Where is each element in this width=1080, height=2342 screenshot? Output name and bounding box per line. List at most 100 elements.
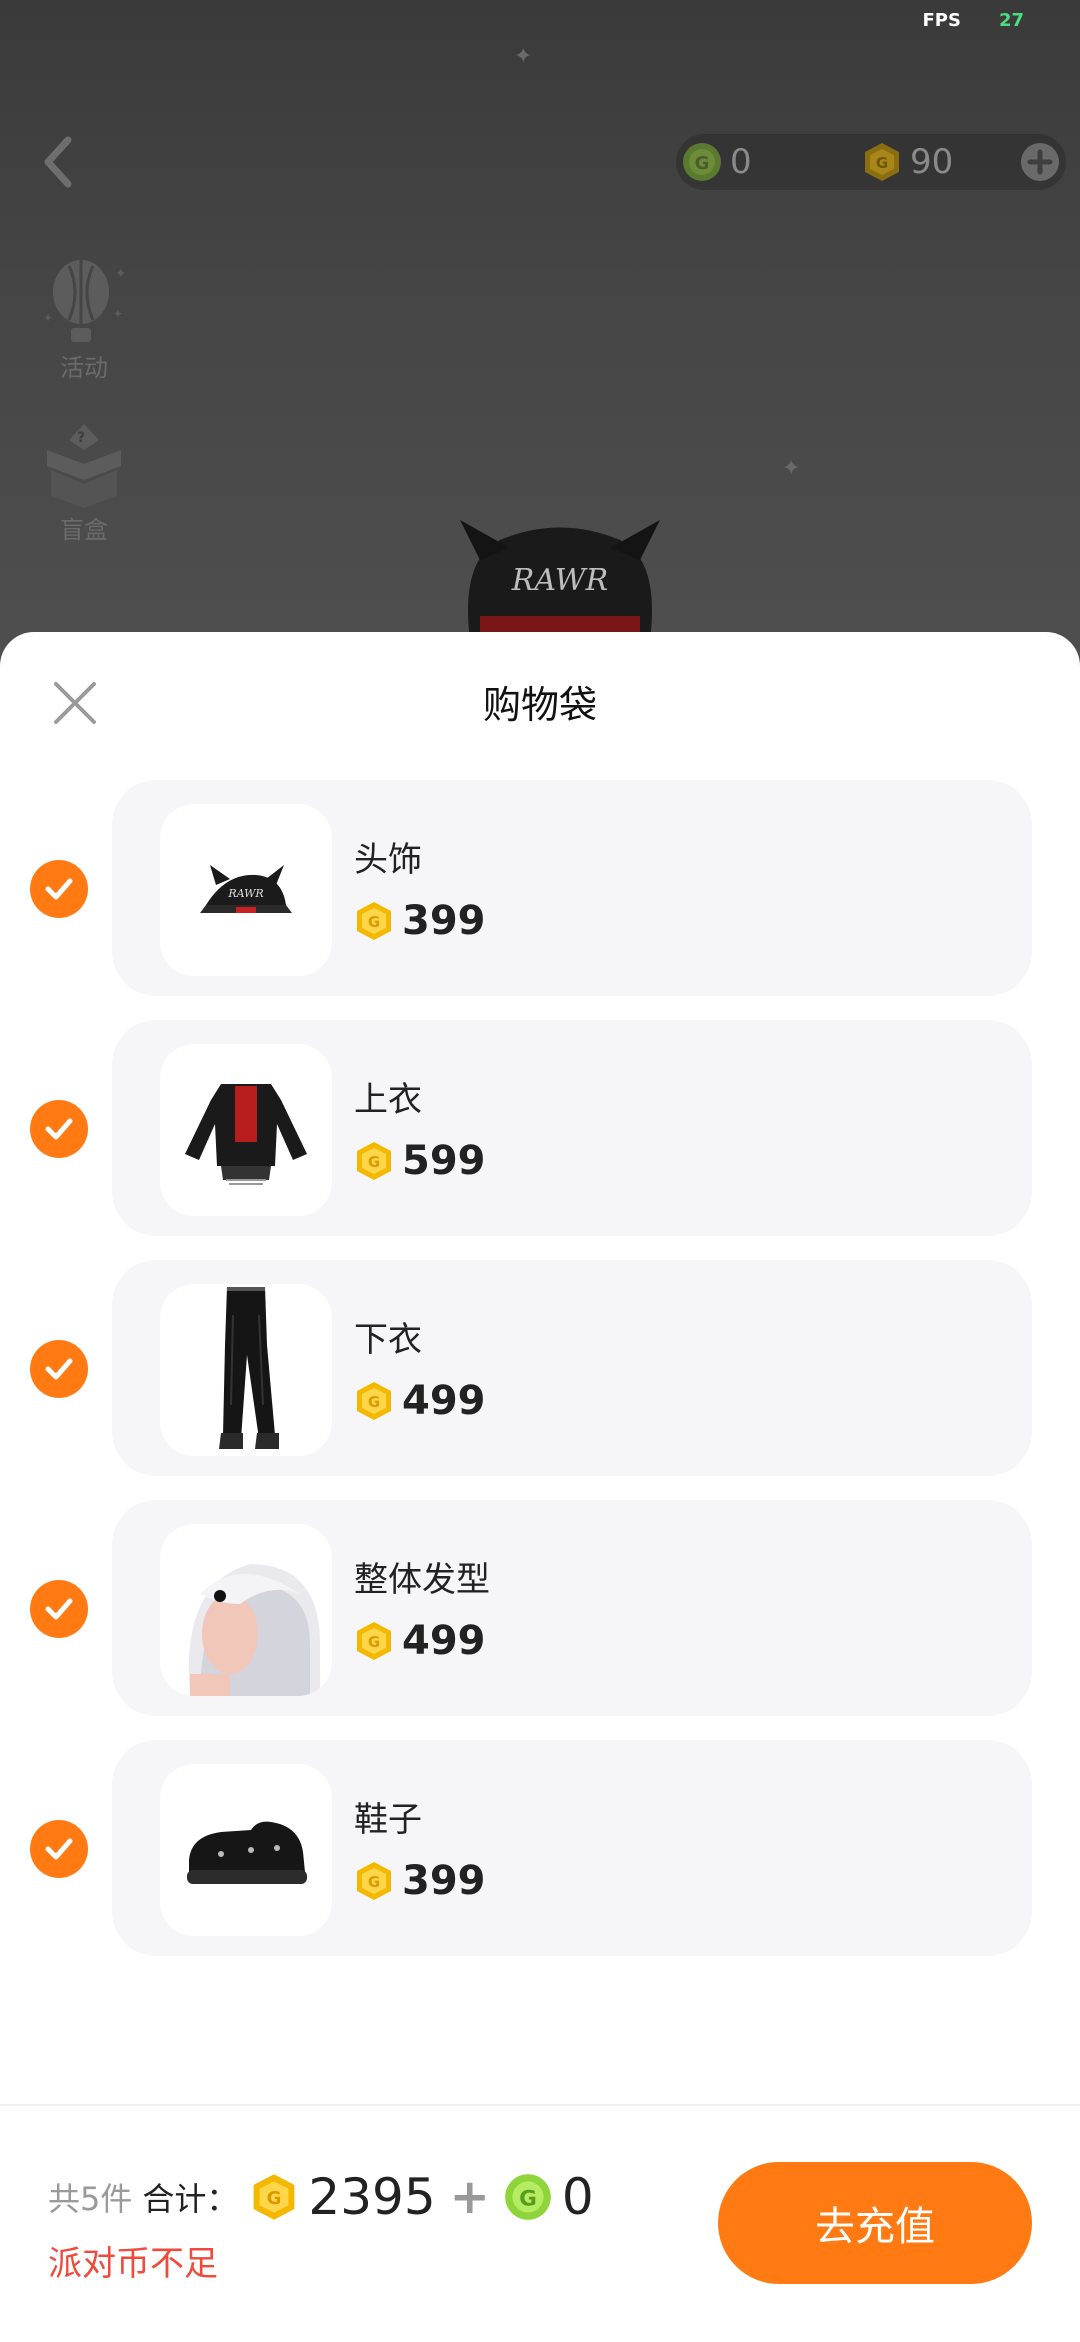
g-coin-balance: G 0: [682, 142, 752, 182]
checkmark-icon: [45, 1838, 73, 1860]
item-card[interactable]: 整体发型 G 499: [112, 1500, 1032, 1716]
price-value: 499: [402, 1378, 486, 1424]
insufficient-balance-warning: 派对币不足: [48, 2244, 218, 2284]
item-card[interactable]: RAWR 头饰 G 399: [112, 780, 1032, 996]
recharge-button[interactable]: 去充值: [718, 2162, 1032, 2284]
svg-text:G: G: [368, 1633, 380, 1651]
activity-label: 活动: [60, 354, 108, 382]
item-thumbnail: [160, 1284, 332, 1456]
party-coin-balance: G 90: [862, 142, 953, 182]
side-menu-activity[interactable]: ✦ ✦ ✦ 活动: [34, 258, 134, 383]
svg-text:G: G: [519, 2186, 537, 2211]
fps-counter: FPS 27: [922, 10, 1024, 31]
svg-text:G: G: [368, 1153, 380, 1171]
item-checkbox[interactable]: [30, 1340, 88, 1398]
svg-text:G: G: [876, 154, 888, 172]
price-value: 399: [402, 1858, 486, 1904]
checkmark-icon: [45, 878, 73, 900]
checkout-footer: 共5件 合计： G 2395 + G 0 派对币不足 去充值: [0, 2104, 1080, 2342]
g-coin-icon: G: [683, 143, 721, 181]
side-menu-blind-box[interactable]: ? 盲盒: [34, 420, 134, 545]
back-arrow-icon: [44, 136, 72, 188]
cart-item: 上衣 G 599: [0, 1020, 1080, 1236]
checkmark-icon: [45, 1358, 73, 1380]
item-name: 鞋子: [354, 1800, 422, 1840]
svg-text:✦: ✦: [115, 266, 127, 282]
item-checkbox[interactable]: [30, 860, 88, 918]
price-value: 599: [402, 1138, 486, 1184]
g-coin-icon: G: [505, 2174, 551, 2220]
white-hair-image: [188, 1564, 320, 1696]
svg-text:G: G: [368, 1873, 380, 1891]
fps-label: FPS: [922, 10, 961, 31]
sheet-title: 购物袋: [482, 683, 597, 727]
item-thumbnail: RAWR: [160, 804, 332, 976]
party-coin-icon: G: [357, 1862, 391, 1900]
party-coin-icon: G: [865, 143, 899, 181]
party-coin-icon: G: [357, 1622, 391, 1660]
item-checkbox[interactable]: [30, 1100, 88, 1158]
item-card[interactable]: 下衣 G 499: [112, 1260, 1032, 1476]
party-coin-icon: G: [357, 902, 391, 940]
item-price: G 499: [354, 1618, 486, 1664]
svg-text:RAWR: RAWR: [227, 887, 263, 900]
item-price: G 399: [354, 898, 486, 944]
cart-item: 下衣 G 499: [0, 1260, 1080, 1476]
total-label: 合计：: [142, 2180, 239, 2218]
item-thumbnail: [160, 1044, 332, 1216]
checkmark-icon: [45, 1598, 73, 1620]
g-coin-value: 0: [730, 142, 752, 182]
item-thumbnail: [160, 1764, 332, 1936]
add-currency-button[interactable]: [1020, 142, 1060, 182]
avatar-preview: RAWR: [460, 520, 660, 640]
cart-item: 整体发型 G 499: [0, 1500, 1080, 1716]
party-coin-icon: G: [357, 1382, 391, 1420]
currency-bar: G 0 G 90: [676, 134, 1066, 190]
svg-text:G: G: [267, 2188, 282, 2209]
black-pants-image: [219, 1287, 279, 1449]
item-name: 整体发型: [354, 1560, 490, 1600]
svg-text:G: G: [368, 913, 380, 931]
item-thumbnail: [160, 1524, 332, 1696]
back-button[interactable]: [34, 132, 84, 192]
sparkle-icon: ✦: [782, 456, 801, 481]
party-coin-icon: G: [357, 1142, 391, 1180]
item-price: G 399: [354, 1858, 486, 1904]
svg-text:?: ?: [77, 430, 85, 446]
black-cap-image: RAWR: [200, 865, 292, 913]
plus-sign: +: [449, 2169, 490, 2225]
item-card[interactable]: 鞋子 G 399: [112, 1740, 1032, 1956]
svg-text:G: G: [695, 153, 710, 174]
item-card[interactable]: 上衣 G 599: [112, 1020, 1032, 1236]
item-count: 共5件: [48, 2180, 133, 2218]
svg-text:RAWR: RAWR: [511, 563, 608, 598]
price-value: 399: [402, 898, 486, 944]
party-coin-icon: G: [253, 2174, 295, 2220]
item-checkbox[interactable]: [30, 1580, 88, 1638]
balloon-icon: ✦ ✦ ✦: [43, 260, 127, 342]
black-shoes-image: [187, 1821, 307, 1884]
svg-text:✦: ✦: [113, 307, 123, 321]
shopping-bag-sheet: 购物袋 RAWR 头饰 G 399 上衣 G 599 下衣 G 499 整体发型…: [0, 632, 1080, 2340]
item-price: G 599: [354, 1138, 486, 1184]
item-name: 上衣: [354, 1080, 422, 1120]
plus-circle-icon: [1021, 143, 1059, 181]
party-coin-value: 90: [910, 142, 954, 182]
checkmark-icon: [45, 1118, 73, 1140]
price-value: 499: [402, 1618, 486, 1664]
sparkle-icon: ✦: [514, 44, 533, 69]
game-scene-background: ✦ ✦ FPS 27 G 0 G 90 ✦ ✦ ✦ 活动 ? 盲盒 RAWR: [0, 0, 1080, 700]
svg-text:G: G: [368, 1393, 380, 1411]
gift-box-icon: ?: [47, 424, 121, 508]
total-summary: 共5件 合计： G 2395 + G 0: [48, 2168, 594, 2226]
party-coin-total: 2395: [308, 2168, 436, 2226]
item-checkbox[interactable]: [30, 1820, 88, 1878]
item-name: 下衣: [354, 1320, 422, 1360]
item-name: 头饰: [354, 840, 422, 880]
fps-value: 27: [998, 10, 1024, 31]
cart-item: 鞋子 G 399: [0, 1740, 1080, 1956]
svg-text:✦: ✦: [43, 311, 53, 325]
blind-box-label: 盲盒: [60, 516, 108, 544]
item-price: G 499: [354, 1378, 486, 1424]
g-coin-total: 0: [561, 2168, 594, 2226]
